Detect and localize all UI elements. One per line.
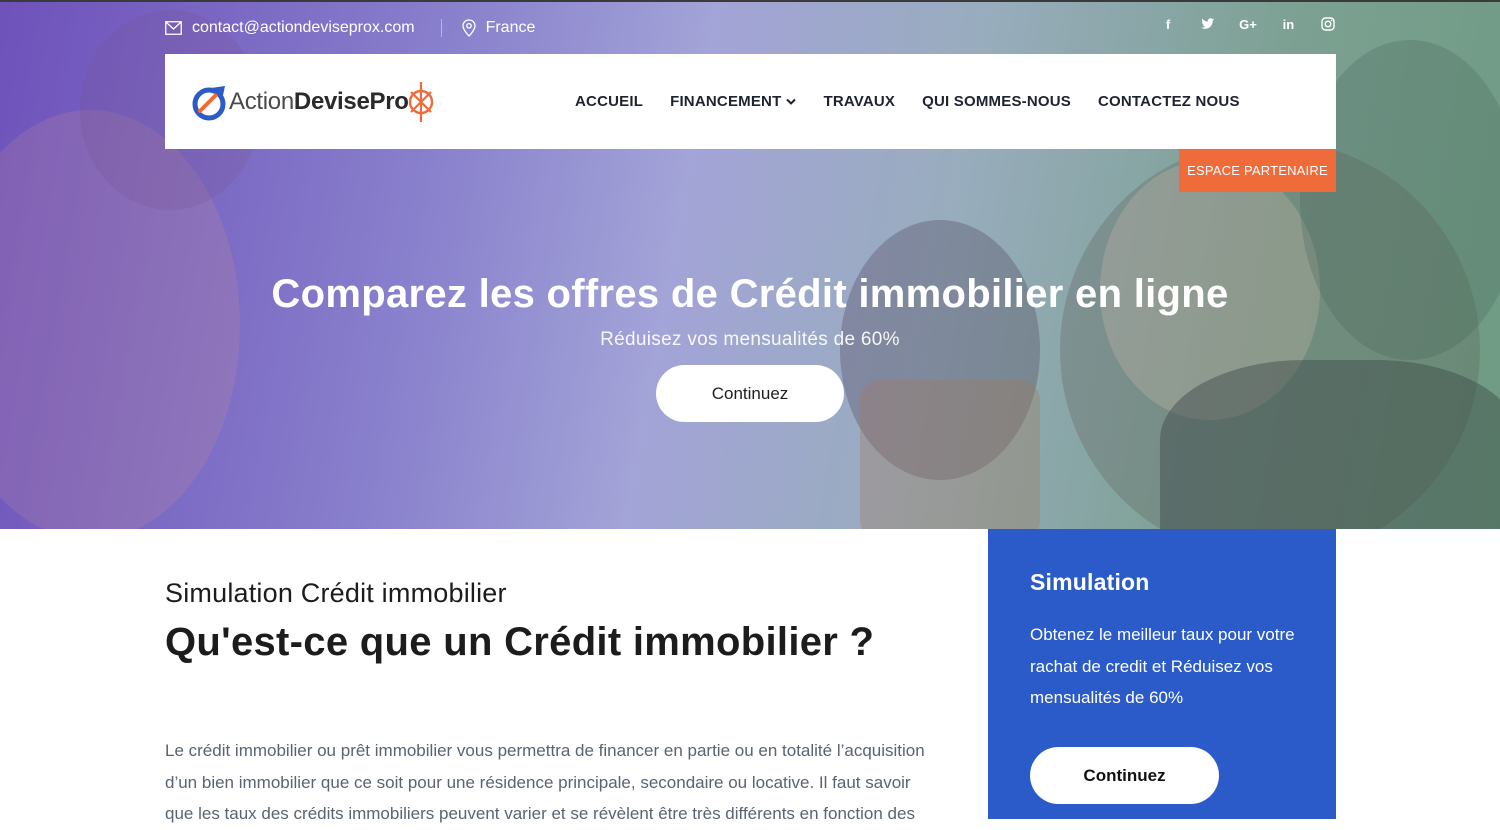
logo-part-deviseprox: DevisePro (293, 88, 409, 115)
instagram-icon[interactable] (1320, 17, 1336, 31)
nav-item-financement-label: FINANCEMENT (670, 93, 782, 110)
envelope-icon (165, 21, 182, 35)
logo-target-x-icon (408, 82, 433, 122)
contact-email[interactable]: contact@actiondeviseprox.com (165, 19, 415, 37)
twitter-icon[interactable] (1200, 18, 1216, 30)
contact-location-text: France (485, 19, 536, 36)
simulation-text: Obtenez le meilleur taux pour votre rach… (1030, 625, 1295, 707)
logo-part-action: Action (229, 88, 294, 115)
linkedin-icon[interactable]: in (1280, 17, 1296, 32)
contact-bar: contact@actiondeviseprox.com France (165, 14, 535, 42)
espace-partenaire-button[interactable]: ESPACE PARTENAIRE (1179, 149, 1336, 192)
nav-item-contactez-nous[interactable]: CONTACTEZ NOUS (1098, 93, 1240, 110)
contact-email-text: contact@actiondeviseprox.com (192, 19, 415, 36)
nav-item-financement[interactable]: FINANCEMENT (670, 93, 797, 110)
hero-continue-button[interactable]: Continuez (656, 365, 844, 422)
section-heading: Qu'est-ce que un Crédit immobilier ? (165, 620, 875, 664)
google-plus-icon[interactable]: G+ (1239, 17, 1257, 32)
section-paragraph: Le crédit immobilier ou prêt immobilier … (165, 741, 925, 823)
chevron-down-icon (786, 98, 797, 105)
site-logo[interactable]: ActionDevisePro (191, 80, 437, 124)
main-menu: ACCUEIL FINANCEMENT TRAVAUX QUI SOMMES-N… (575, 54, 1267, 149)
nav-item-travaux[interactable]: TRAVAUX (823, 93, 895, 110)
logo-wordmark: ActionDevisePro (229, 88, 409, 116)
simulation-continue-button[interactable]: Continuez (1030, 747, 1219, 804)
nav-item-qui-sommes-nous[interactable]: QUI SOMMES-NOUS (922, 93, 1071, 110)
social-links: f G+ in (1160, 14, 1336, 34)
facebook-icon[interactable]: f (1160, 17, 1176, 32)
hero-title: Comparez les offres de Crédit immobilier… (271, 272, 1229, 316)
top-border (0, 0, 1500, 2)
logo-mark-icon (192, 86, 226, 121)
nav-item-accueil[interactable]: ACCUEIL (575, 93, 643, 110)
main-navbar: ActionDevisePro ACCUEIL FINANCEMENT TRAV… (165, 54, 1336, 149)
simulation-card: Simulation Obtenez le meilleur taux pour… (988, 529, 1336, 819)
hero-subtitle: Réduisez vos mensualités de 60% (600, 329, 900, 350)
simulation-title: Simulation (1030, 569, 1150, 595)
topbar-divider (440, 19, 442, 37)
contact-location: France (461, 19, 536, 37)
section-subheading: Simulation Crédit immobilier (165, 578, 507, 608)
map-pin-icon (461, 19, 476, 37)
